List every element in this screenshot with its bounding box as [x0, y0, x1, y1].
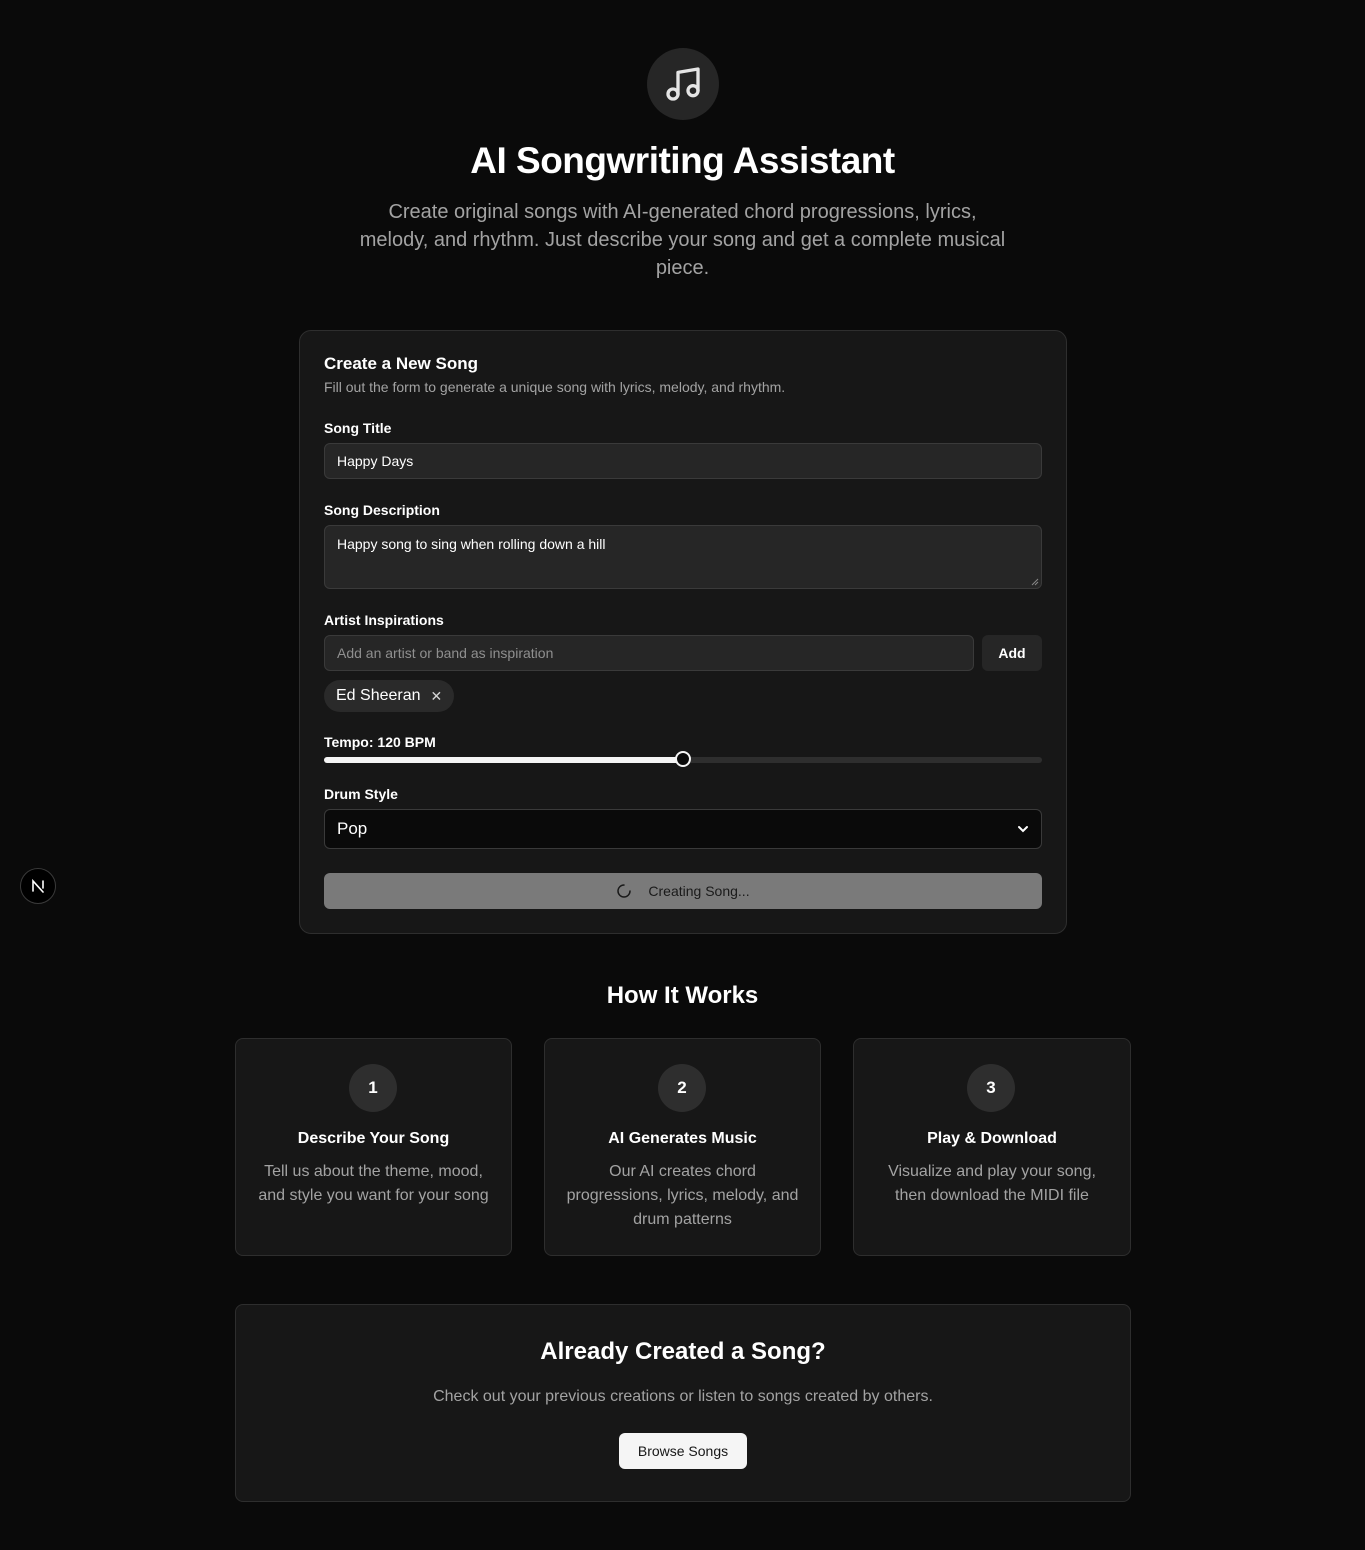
step-title: Describe Your Song	[297, 1130, 450, 1147]
song-description-label: Song Description	[324, 502, 440, 518]
music-note-icon	[647, 48, 719, 120]
artist-placeholder: Add an artist or band as inspiration	[337, 645, 554, 661]
step-title: AI Generates Music	[608, 1130, 757, 1147]
step-card: 2 AI Generates Music Our AI creates chor…	[544, 1038, 821, 1256]
tempo-slider-fill	[324, 757, 683, 763]
tempo-label: Tempo: 120 BPM	[324, 734, 436, 750]
resize-grip-icon[interactable]	[1031, 578, 1039, 586]
browse-songs-card: Already Created a Song? Check out your p…	[235, 1304, 1131, 1502]
chevron-down-icon	[1018, 826, 1028, 833]
drum-style-value: Pop	[337, 819, 368, 838]
remove-artist-icon[interactable]: ✕	[431, 688, 443, 705]
step-number: 1	[349, 1064, 397, 1112]
song-title-label: Song Title	[324, 420, 392, 436]
create-song-card: Create a New Song Fill out the form to g…	[299, 330, 1067, 934]
nextjs-devtools-icon[interactable]	[20, 868, 56, 904]
spinner-icon	[617, 884, 632, 898]
page-subtitle: Create original songs with AI-generated …	[359, 201, 1006, 279]
step-text: Visualize and play your song, then downl…	[888, 1163, 1096, 1204]
tempo-slider[interactable]	[324, 751, 1042, 767]
artist-chip-label: Ed Sheeran	[336, 687, 421, 704]
song-title-value: Happy Days	[337, 453, 414, 469]
step-text: Tell us about the theme, mood, and style…	[258, 1163, 489, 1204]
create-song-button-label: Creating Song...	[648, 883, 750, 899]
create-song-button[interactable]: Creating Song...	[324, 873, 1042, 909]
cta-text: Check out your previous creations or lis…	[433, 1388, 933, 1405]
step-text: Our AI creates chord progressions, lyric…	[566, 1163, 799, 1228]
tempo-slider-thumb[interactable]	[675, 751, 691, 767]
step-number: 2	[658, 1064, 706, 1112]
step-card: 3 Play & Download Visualize and play you…	[853, 1038, 1131, 1256]
how-it-works-title: How It Works	[606, 982, 759, 1009]
card-title: Create a New Song	[324, 354, 478, 373]
song-description-value: Happy song to sing when rolling down a h…	[337, 536, 606, 552]
card-description: Fill out the form to generate a unique s…	[324, 379, 786, 395]
page-title: AI Songwriting Assistant	[470, 140, 895, 181]
drum-style-select[interactable]: Pop	[324, 809, 1042, 849]
drum-style-label: Drum Style	[324, 786, 398, 802]
browse-songs-button[interactable]: Browse Songs	[619, 1433, 747, 1469]
artist-inspirations-label: Artist Inspirations	[324, 612, 444, 628]
cta-title: Already Created a Song?	[540, 1338, 826, 1365]
song-title-input[interactable]: Happy Days	[324, 443, 1042, 479]
artist-chip: Ed Sheeran ✕	[324, 680, 455, 712]
step-number: 3	[967, 1064, 1015, 1112]
add-artist-button[interactable]: Add	[982, 635, 1042, 671]
step-title: Play & Download	[927, 1130, 1057, 1147]
artist-input[interactable]: Add an artist or band as inspiration	[324, 635, 974, 671]
song-description-textarea[interactable]: Happy song to sing when rolling down a h…	[324, 525, 1042, 589]
step-card: 1 Describe Your Song Tell us about the t…	[235, 1038, 512, 1256]
